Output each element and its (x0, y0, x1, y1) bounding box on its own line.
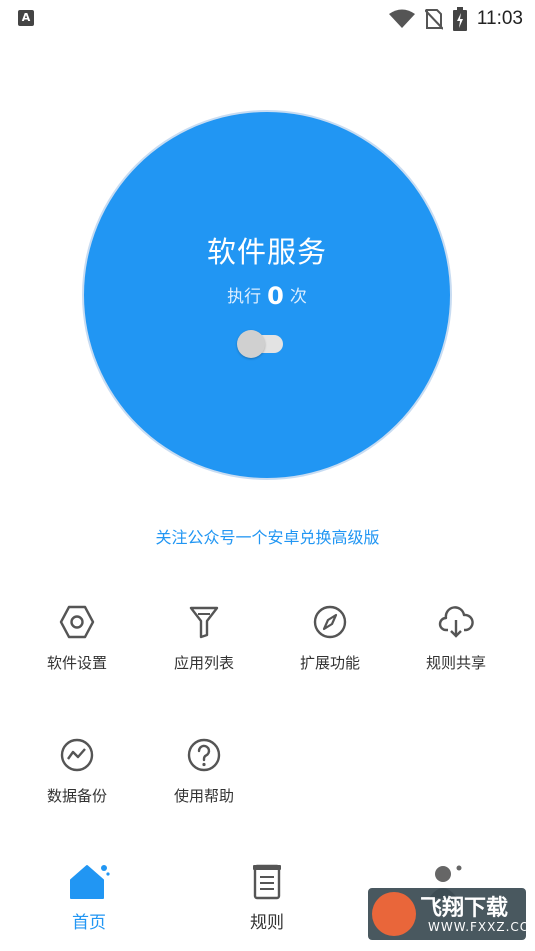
grid-item-label: 应用列表 (173, 654, 234, 672)
promo-link[interactable]: 关注公众号一个安卓兑换高级版 (0, 524, 535, 548)
nav-home-label: 首页 (72, 913, 106, 933)
grid-item-extensions[interactable]: 扩展功能 (270, 604, 390, 673)
toggle-thumb (237, 330, 265, 358)
status-bar: A 11:03 (0, 0, 535, 38)
no-sim-icon (424, 9, 443, 30)
app-notification-icon: A (18, 10, 34, 26)
watermark-emblem (372, 892, 416, 936)
count-prefix: 执行 (227, 287, 262, 307)
compass-icon (313, 605, 347, 639)
help-circle-icon (187, 738, 221, 772)
grid-item-label: 数据备份 (46, 787, 107, 805)
wifi-icon (388, 9, 415, 28)
filter-icon (189, 606, 219, 639)
grid-item-label: 扩展功能 (299, 654, 360, 672)
count-suffix: 次 (289, 287, 307, 307)
grid-item-rule-share[interactable]: 规则共享 (396, 604, 516, 673)
watermark-logo: 飞翔下载 WWW.FXXZ.COM (368, 888, 535, 940)
execution-count: 执行 0 次 (84, 282, 450, 310)
document-icon (253, 864, 281, 900)
nav-home[interactable]: 首页 (29, 862, 149, 933)
service-toggle[interactable] (237, 330, 285, 358)
battery-charging-icon (452, 7, 467, 31)
watermark-url: WWW.FXXZ.COM (428, 920, 535, 934)
grid-item-app-list[interactable]: 应用列表 (144, 604, 264, 673)
cloud-download-icon (438, 606, 474, 638)
count-value: 0 (267, 282, 284, 310)
service-title: 软件服务 (206, 235, 327, 269)
service-circle[interactable]: 软件服务 执行 0 次 (84, 112, 450, 478)
grid-item-help[interactable]: 使用帮助 (144, 737, 264, 806)
grid-item-settings[interactable]: 软件设置 (17, 604, 137, 673)
nav-rules[interactable]: 规则 (207, 862, 327, 933)
nav-rules-label: 规则 (250, 913, 284, 933)
watermark-title: 飞翔下载 (420, 896, 509, 921)
home-icon (70, 865, 110, 899)
grid-item-backup[interactable]: 数据备份 (17, 737, 137, 806)
grid-item-label: 规则共享 (425, 654, 486, 672)
chart-circle-icon (60, 738, 94, 772)
status-icons: 11:03 (388, 6, 523, 32)
hexagon-settings-icon (59, 605, 95, 639)
grid-item-label: 使用帮助 (173, 787, 234, 805)
clock: 11:03 (476, 8, 523, 29)
grid-item-label: 软件设置 (46, 654, 107, 672)
